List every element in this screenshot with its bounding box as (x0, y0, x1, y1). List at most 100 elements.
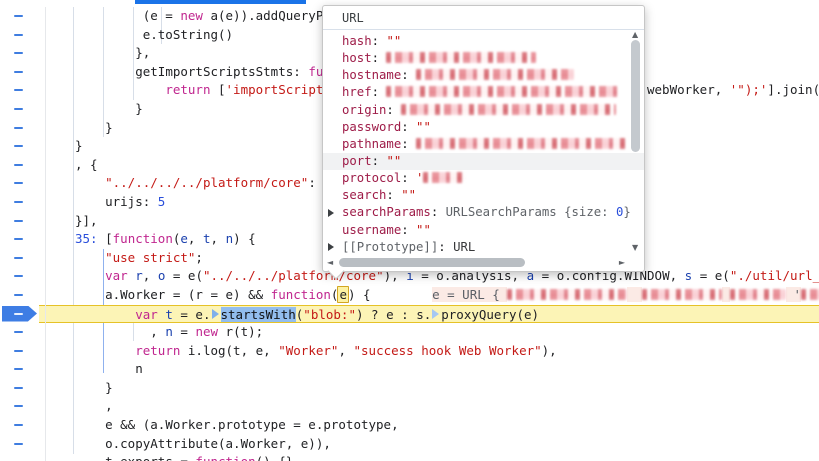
breakpoint-gutter-cell[interactable] (0, 212, 46, 231)
prop-row-password[interactable]: password: "" (323, 119, 644, 136)
url-object-popover: URL hash: ""host: hostname: href: origin… (322, 5, 645, 272)
breakpoint-gutter-cell[interactable] (0, 100, 46, 119)
code-line[interactable]: e && (a.Worker.prototype = e.prototype, (0, 416, 819, 435)
gutter-dash-icon (14, 387, 23, 389)
popover-horizontal-scrollbar[interactable]: ◄ ► (325, 256, 627, 269)
breakpoint-gutter-cell[interactable] (0, 137, 46, 156)
code-token: t.exports = (105, 454, 195, 461)
prop-row-prototype[interactable]: [[Prototype]]: URL (323, 239, 644, 256)
prop-row-hostname[interactable]: hostname: (323, 67, 644, 84)
inline-breakpoint-marker-icon[interactable] (432, 309, 439, 319)
property-name: searchParams (342, 205, 431, 219)
expand-arrow-icon[interactable] (328, 209, 334, 217)
code-line[interactable]: var t = e.startsWith("blob:") ? e : s.pr… (0, 305, 819, 324)
breakpoint-gutter-cell[interactable] (0, 342, 46, 361)
gutter-dash-icon (14, 257, 23, 259)
scroll-left-icon[interactable]: ◄ (327, 256, 333, 269)
breakpoint-gutter-cell[interactable] (0, 193, 46, 212)
prop-row-host[interactable]: host: (323, 50, 644, 67)
redacted-value (416, 138, 626, 149)
code-token: return (135, 343, 180, 358)
code-line[interactable]: t.exports = function() {} (0, 453, 819, 461)
gutter-dash-icon (14, 127, 23, 129)
scroll-right-icon[interactable]: ► (619, 256, 625, 269)
code-token: new (180, 8, 203, 23)
gutter-dash-icon (14, 52, 23, 54)
code-token: ; (195, 250, 203, 265)
prop-row-pathname[interactable]: pathname: (323, 136, 644, 153)
breakpoint-gutter-cell[interactable] (0, 230, 46, 249)
property-name: protocol (342, 171, 401, 185)
prop-row-username[interactable]: username: "" (323, 222, 644, 239)
prop-row-href[interactable]: href: (323, 84, 644, 101)
breakpoint-gutter-cell[interactable] (0, 379, 46, 398)
prop-row-hash[interactable]: hash: "" (323, 33, 644, 50)
inline-breakpoint-marker-icon[interactable] (212, 309, 219, 319)
breakpoint-gutter-cell[interactable] (0, 416, 46, 435)
property-name: hostname (342, 68, 401, 82)
breakpoint-gutter-cell[interactable] (0, 435, 46, 454)
selected-token: startsWith (221, 307, 296, 322)
code-line-text: a.Worker = (r = e) && function(e) { e = … (46, 286, 819, 305)
breakpoint-gutter-cell[interactable] (0, 7, 46, 26)
active-tab-indicator (135, 0, 306, 4)
code-token: = e( (692, 268, 730, 283)
prop-row-searchparams[interactable]: searchParams: URLSearchParams {size: 0} (323, 204, 644, 221)
breakpoint-gutter-cell[interactable] (0, 81, 46, 100)
code-line[interactable]: , (0, 397, 819, 416)
code-token: proxyQuery(e) (441, 307, 539, 322)
breakpoint-gutter-cell[interactable] (0, 26, 46, 45)
code-line[interactable]: n (0, 360, 819, 379)
gutter-dash-icon (14, 368, 23, 370)
code-line[interactable]: , n = new r(t); (0, 323, 819, 342)
breakpoint-gutter-cell[interactable] (0, 249, 46, 268)
code-token: "../../../../platform/core" (105, 175, 308, 190)
prop-row-origin[interactable]: origin: (323, 102, 644, 119)
code-token: , (105, 398, 113, 413)
property-name: origin (342, 103, 386, 117)
code-token: new (195, 324, 218, 339)
gutter-dash-icon (14, 405, 23, 407)
breakpoint-gutter-cell[interactable] (0, 156, 46, 175)
gutter-dash-icon (14, 34, 23, 36)
property-colon: : (401, 223, 416, 237)
property-name: host (342, 51, 372, 65)
prop-row-port[interactable]: port: "" (323, 153, 644, 170)
breakpoint-gutter-cell[interactable] (0, 174, 46, 193)
breakpoint-gutter-cell[interactable] (0, 305, 46, 324)
code-token: ) ? e : s. (356, 307, 431, 322)
property-name: search (342, 188, 386, 202)
prop-row-search[interactable]: search: "" (323, 187, 644, 204)
code-line[interactable]: return i.log(t, e, "Worker", "success ho… (0, 342, 819, 361)
code-token: "" (386, 34, 401, 48)
code-token: e.webWorker, (632, 82, 730, 97)
popover-vertical-scrollbar[interactable]: ▲ ▼ (629, 28, 642, 254)
breakpoint-gutter-cell[interactable] (0, 453, 46, 461)
breakpoint-gutter-cell[interactable] (0, 44, 46, 63)
horizontal-scroll-thumb[interactable] (339, 258, 525, 267)
breakpoint-gutter-cell[interactable] (0, 360, 46, 379)
breakpoint-gutter-cell[interactable] (0, 63, 46, 82)
code-token: }, (135, 45, 150, 60)
breakpoint-gutter-cell[interactable] (0, 323, 46, 342)
gutter-dash-icon (14, 350, 23, 352)
code-token: e && (a.Worker.prototype = e.prototype, (105, 417, 399, 432)
code-token: "" (401, 188, 416, 202)
prop-row-protocol[interactable]: protocol: ' (323, 170, 644, 187)
code-line[interactable]: } (0, 379, 819, 398)
code-line[interactable]: o.copyAttribute(a.Worker, e)), (0, 435, 819, 454)
expand-arrow-icon[interactable] (328, 243, 334, 251)
code-token: , (211, 231, 226, 246)
code-token: e (180, 231, 188, 246)
breakpoint-gutter-cell[interactable] (0, 267, 46, 286)
breakpoint-gutter-cell[interactable] (0, 119, 46, 138)
breakpoint-gutter-cell[interactable] (0, 286, 46, 305)
code-line-text: , (46, 397, 819, 416)
code-line-text: } (46, 379, 819, 398)
breakpoint-gutter-cell[interactable] (0, 397, 46, 416)
code-token: ' (416, 171, 423, 185)
code-line[interactable]: a.Worker = (r = e) && function(e) { e = … (0, 286, 819, 305)
code-token: = (173, 324, 196, 339)
vertical-scroll-thumb[interactable] (631, 40, 640, 152)
scroll-down-icon[interactable]: ▼ (632, 241, 638, 254)
